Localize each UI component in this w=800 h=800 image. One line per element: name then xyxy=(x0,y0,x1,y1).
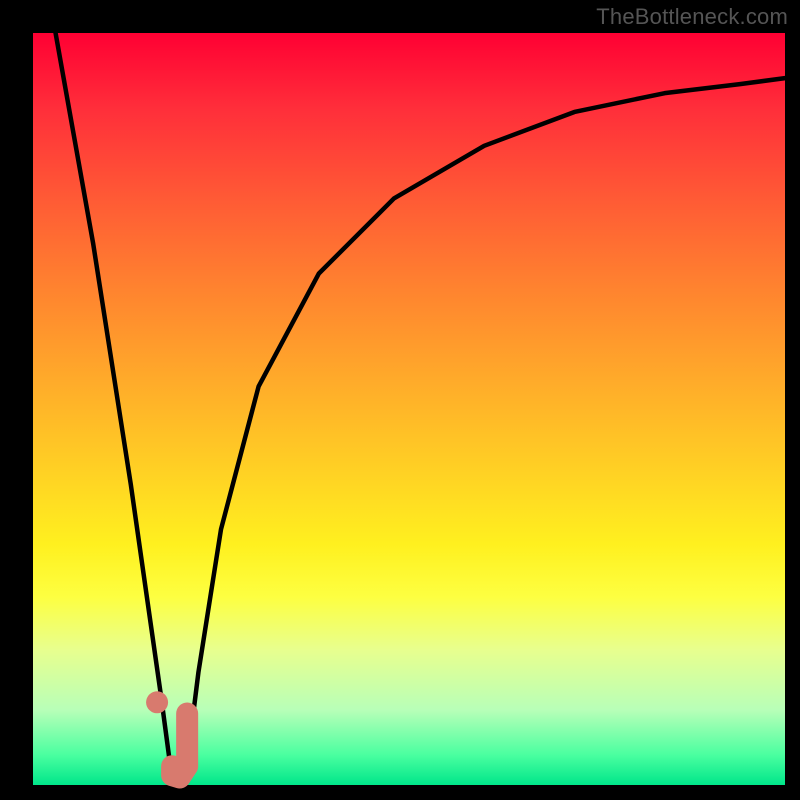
series-marker-j xyxy=(172,714,187,778)
series-container xyxy=(56,33,785,777)
chart-svg xyxy=(33,33,785,785)
series-marker-dot xyxy=(146,691,168,713)
chart-plot-area xyxy=(33,33,785,785)
series-left-limb xyxy=(56,33,170,762)
watermark-text: TheBottleneck.com xyxy=(596,4,788,30)
series-right-limb xyxy=(187,78,785,762)
